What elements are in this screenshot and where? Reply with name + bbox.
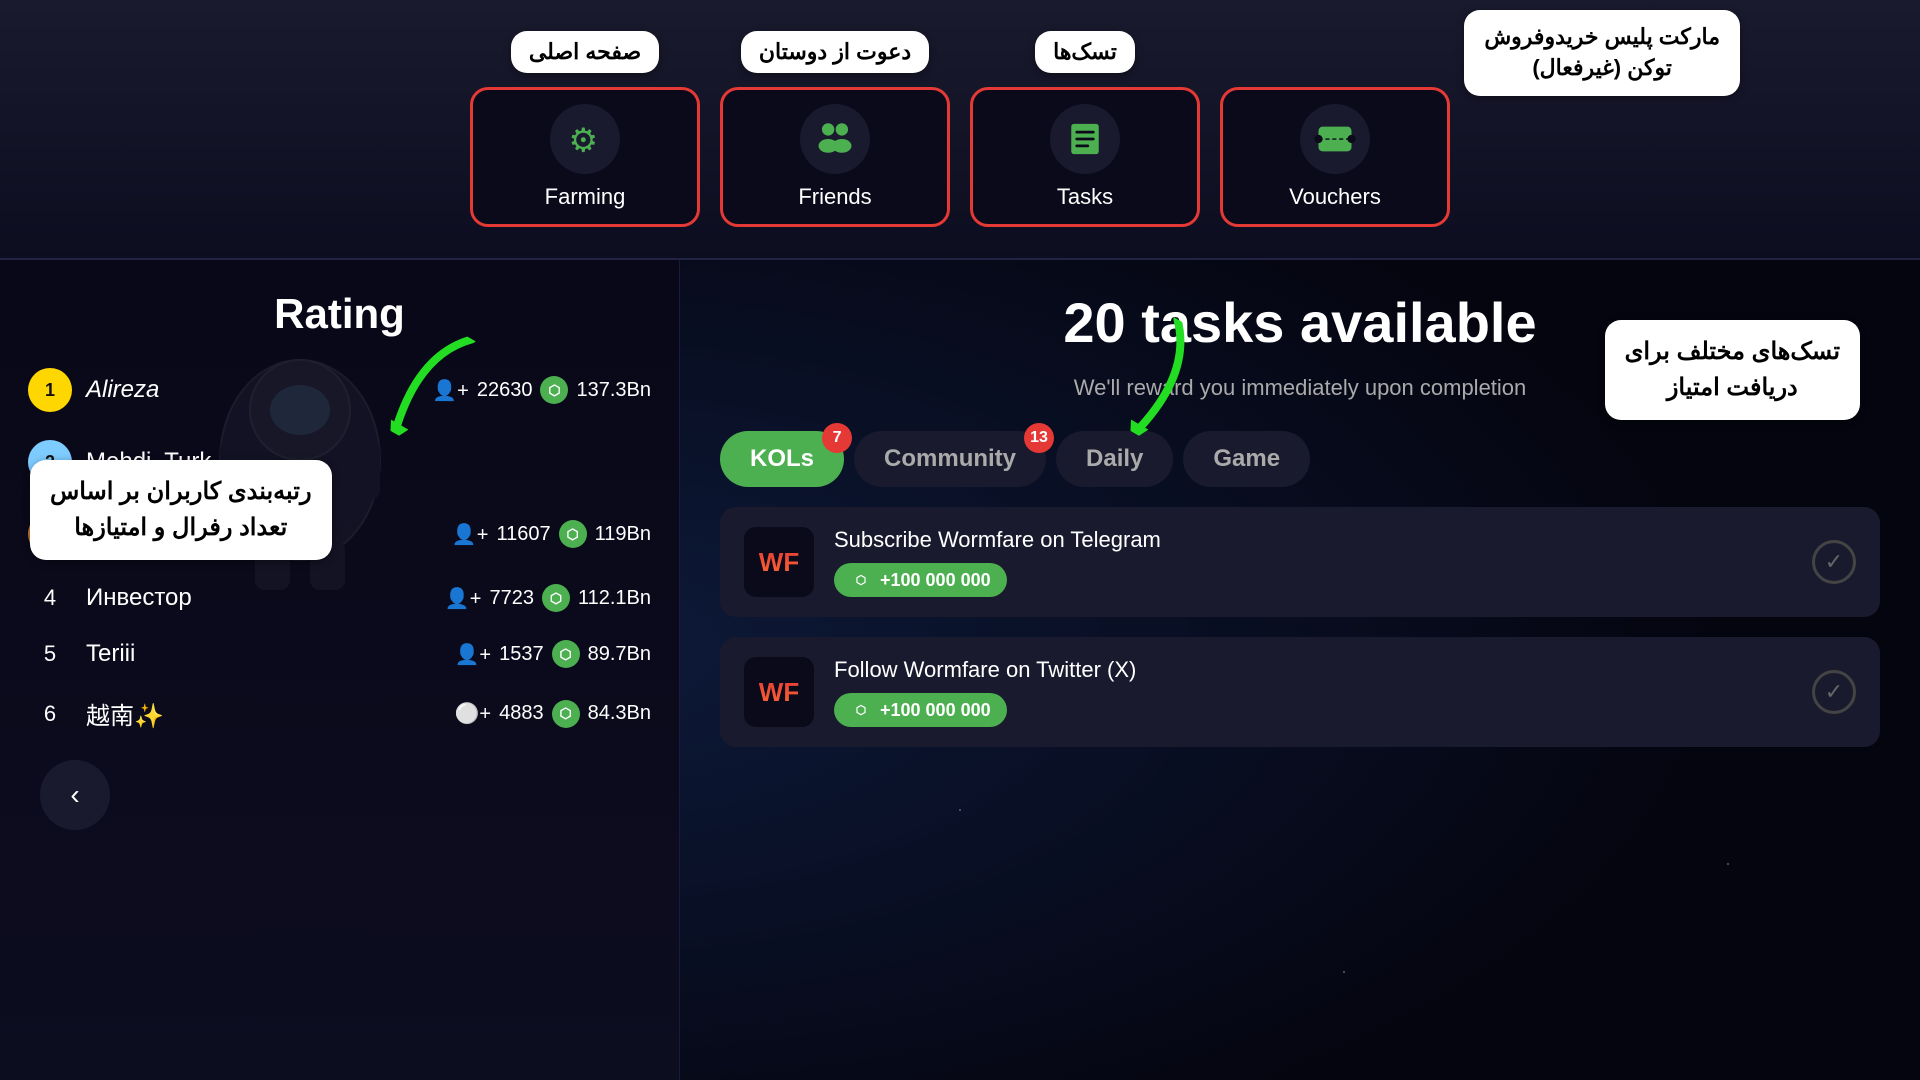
tasks-tooltip-annotation: تسک‌های مختلف برای دریافت امتیاز	[1605, 320, 1860, 420]
nav-item-tasks: تسک‌ها Tasks	[970, 31, 1200, 227]
friends-count-5: 1537	[499, 643, 544, 666]
farming-button[interactable]: ⚙ Farming	[470, 87, 700, 227]
user-stats-3: 👤+ 11607 ⬡ 119Bn	[452, 520, 651, 548]
rating-row-6: 6 越南✨ ⚪+ 4883 ⬡ 84.3Bn	[20, 686, 659, 741]
task-title-1: Subscribe Wormfare on Telegram	[834, 527, 1792, 553]
nav-item-vouchers: x Vouchers	[1220, 31, 1450, 227]
rating-row-4: 4 Инвестор 👤+ 7723 ⬡ 112.1Bn	[20, 574, 659, 622]
farming-icon: ⚙	[563, 117, 607, 161]
friends-icon-5: 👤+	[455, 642, 492, 667]
friends-icon-3: 👤+	[452, 522, 489, 547]
task-check-1[interactable]: ✓	[1812, 540, 1856, 584]
vouchers-button[interactable]: Vouchers	[1220, 87, 1450, 227]
wf-logo-2: WF	[759, 677, 799, 708]
reward-coin-icon-1: ⬡	[850, 569, 872, 591]
coin-icon-1: ⬡	[540, 376, 568, 404]
task-reward-1: ⬡ +100 000 000	[834, 563, 1007, 597]
coin-icon-6: ⬡	[552, 700, 580, 728]
user-stats-5: 👤+ 1537 ⬡ 89.7Bn	[455, 640, 651, 668]
friends-icon-circle	[800, 104, 870, 174]
friends-tooltip: دعوت از دوستان	[741, 31, 929, 73]
tasks-icon-circle	[1050, 104, 1120, 174]
main-content: Rating رتبه‌بندی کاربران بر اساس تعداد ر…	[0, 260, 1920, 1080]
rating-row-1: 1 Alireza 👤+ 22630 ⬡ 137.3Bn	[20, 358, 659, 422]
rating-title: Rating	[0, 260, 679, 358]
coin-icon-5: ⬡	[552, 640, 580, 668]
user-stats-4: 👤+ 7723 ⬡ 112.1Bn	[445, 584, 651, 612]
friends-icon	[813, 117, 857, 161]
tasks-button[interactable]: Tasks	[970, 87, 1200, 227]
friends-label: Friends	[798, 184, 871, 210]
coin-icon-3: ⬡	[559, 520, 587, 548]
tasks-tooltip: تسک‌ها	[1035, 31, 1135, 73]
kols-badge: 7	[822, 423, 852, 453]
task-check-2[interactable]: ✓	[1812, 670, 1856, 714]
top-navigation: مارکت پلیس خریدوفروش توکن (غیرفعال) صفحه…	[0, 0, 1920, 260]
points-6: 84.3Bn	[588, 702, 651, 725]
rank-4: 4	[28, 585, 72, 611]
farming-tooltip: صفحه اصلی	[511, 31, 659, 73]
vouchers-label: Vouchers	[1289, 184, 1381, 210]
task-card-2: WF Follow Wormfare on Twitter (X) ⬡ +100…	[720, 637, 1880, 747]
reward-coin-icon-2: ⬡	[850, 699, 872, 721]
friends-count-3: 11607	[497, 523, 551, 546]
points-4: 112.1Bn	[578, 587, 651, 610]
rank-6: 6	[28, 701, 72, 727]
user-name-6: 越南✨	[86, 696, 441, 731]
tasks-label: Tasks	[1057, 184, 1113, 210]
friends-button[interactable]: Friends	[720, 87, 950, 227]
wf-logo-1: WF	[759, 547, 799, 578]
vouchers-icon	[1313, 117, 1357, 161]
nav-item-friends: دعوت از دوستان Friends	[720, 31, 950, 227]
task-info-2: Follow Wormfare on Twitter (X) ⬡ +100 00…	[834, 657, 1792, 727]
friends-count-4: 7723	[489, 587, 534, 610]
user-stats-6: ⚪+ 4883 ⬡ 84.3Bn	[455, 700, 651, 728]
tab-community[interactable]: Community 13	[854, 431, 1046, 487]
tab-kols[interactable]: KOLs 7	[720, 431, 844, 487]
tasks-panel: تسک‌های مختلف برای دریافت امتیاز 20 task…	[680, 260, 1920, 1080]
svg-text:⚙: ⚙	[569, 121, 599, 158]
rank-5: 5	[28, 641, 72, 667]
friends-count-1: 22630	[477, 379, 533, 402]
task-card-1: WF Subscribe Wormfare on Telegram ⬡ +100…	[720, 507, 1880, 617]
rank-badge-1: 1	[28, 368, 72, 412]
user-name-5: Teriii	[86, 640, 441, 668]
task-logo-2: WF	[744, 657, 814, 727]
task-title-2: Follow Wormfare on Twitter (X)	[834, 657, 1792, 683]
tab-game[interactable]: Game	[1183, 431, 1310, 487]
back-button[interactable]: ‹	[40, 760, 110, 830]
friends-icon-6: ⚪+	[455, 701, 492, 726]
farming-icon-circle: ⚙	[550, 104, 620, 174]
coin-icon-4: ⬡	[542, 584, 570, 612]
tasks-icon	[1063, 117, 1107, 161]
community-badge: 13	[1024, 423, 1054, 453]
task-reward-2: ⬡ +100 000 000	[834, 693, 1007, 727]
points-3: 119Bn	[595, 523, 651, 546]
user-name-4: Инвестор	[86, 584, 431, 612]
task-logo-1: WF	[744, 527, 814, 597]
rating-panel: Rating رتبه‌بندی کاربران بر اساس تعداد ر…	[0, 260, 680, 1080]
friends-count-6: 4883	[499, 702, 544, 725]
farming-label: Farming	[545, 184, 626, 210]
nav-item-farming: صفحه اصلی ⚙ Farming	[470, 31, 700, 227]
rating-tooltip: رتبه‌بندی کاربران بر اساس تعداد رفرال و …	[30, 460, 332, 560]
points-5: 89.7Bn	[588, 643, 651, 666]
task-info-1: Subscribe Wormfare on Telegram ⬡ +100 00…	[834, 527, 1792, 597]
vouchers-icon-circle	[1300, 104, 1370, 174]
friends-icon-4: 👤+	[445, 586, 482, 611]
points-1: 137.3Bn	[576, 379, 651, 402]
tasks-tabs: KOLs 7 Community 13 Daily Game	[720, 431, 1880, 487]
rating-row-5: 5 Teriii 👤+ 1537 ⬡ 89.7Bn	[20, 630, 659, 678]
voucher-tooltip: مارکت پلیس خریدوفروش توکن (غیرفعال)	[1464, 10, 1740, 96]
